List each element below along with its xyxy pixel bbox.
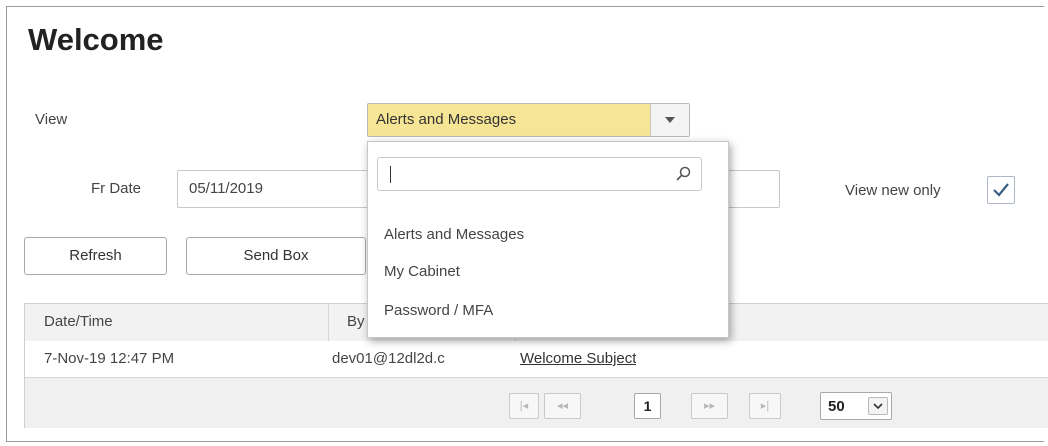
dropdown-search-input[interactable] (377, 157, 702, 191)
chevron-down-icon (665, 117, 675, 123)
table-row[interactable]: 7-Nov-19 12:47 PM dev01@12dl2d.c Welcome… (25, 341, 1048, 378)
column-header-by[interactable]: By (347, 313, 365, 330)
row-subject-link[interactable]: Welcome Subject (520, 350, 636, 367)
last-page-button[interactable]: ▸| (749, 393, 781, 419)
fr-date-value: 05/11/2019 (189, 180, 263, 197)
page-size-value: 50 (828, 398, 845, 415)
first-page-button[interactable]: |◂ (509, 393, 539, 419)
prev-page-button[interactable]: ◂◂ (544, 393, 581, 419)
dropdown-option-my-cabinet[interactable]: My Cabinet (384, 263, 460, 280)
view-select-toggle[interactable] (650, 104, 689, 136)
next-page-button[interactable]: ▸▸ (691, 393, 728, 419)
row-datetime: 7-Nov-19 12:47 PM (44, 350, 175, 367)
checkmark-icon (993, 183, 1009, 197)
dropdown-option-alerts-and-messages[interactable]: Alerts and Messages (384, 226, 524, 243)
grid-pager: |◂ ◂◂ 1 ▸▸ ▸| 50 (25, 378, 1048, 428)
page-size-toggle[interactable] (868, 397, 888, 415)
current-page[interactable]: 1 (634, 393, 661, 419)
text-cursor (390, 166, 391, 183)
refresh-button[interactable]: Refresh (24, 237, 167, 275)
row-by: dev01@12dl2d.c (332, 350, 445, 367)
page-size-select[interactable]: 50 (820, 392, 892, 420)
fr-date-label: Fr Date (91, 180, 142, 197)
view-select[interactable]: Alerts and Messages (367, 103, 690, 137)
view-dropdown-menu: Alerts and Messages My Cabinet Password … (367, 141, 729, 338)
column-header-datetime[interactable]: Date/Time (44, 313, 113, 330)
page-title: Welcome (28, 22, 164, 57)
send-box-button[interactable]: Send Box (186, 237, 366, 275)
search-icon (676, 166, 691, 181)
fr-date-input[interactable]: 05/11/2019 (177, 170, 373, 208)
view-new-only-checkbox[interactable] (987, 176, 1015, 204)
view-label: View (35, 111, 68, 128)
chevron-down-icon (873, 403, 883, 410)
view-new-only-label: View new only (845, 182, 941, 199)
view-select-value: Alerts and Messages (376, 111, 517, 128)
dropdown-option-password-mfa[interactable]: Password / MFA (384, 302, 493, 319)
